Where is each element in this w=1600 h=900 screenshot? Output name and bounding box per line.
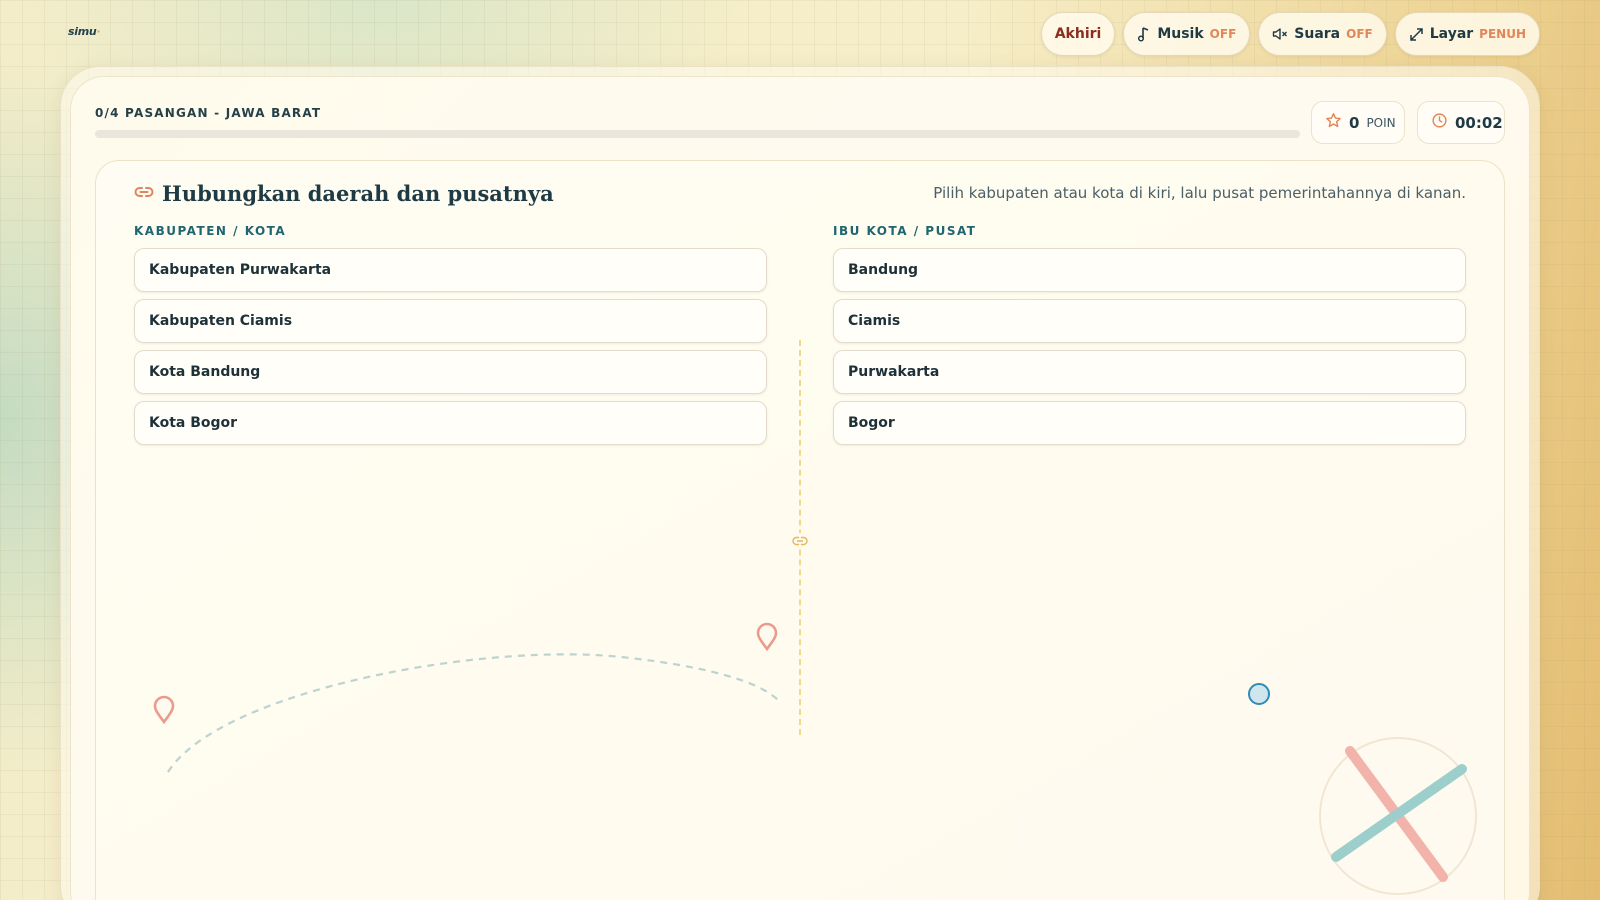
right-item-ciamis[interactable]: Ciamis	[833, 299, 1466, 343]
star-icon	[1325, 112, 1342, 133]
right-column-header: IBU KOTA / PUSAT	[833, 224, 977, 238]
points-unit: POIN	[1366, 115, 1396, 130]
music-label: Musik	[1157, 26, 1204, 42]
link-icon	[134, 184, 154, 203]
speaker-muted-icon	[1272, 27, 1288, 41]
music-toggle-button[interactable]: Musik OFF	[1123, 12, 1251, 56]
end-button[interactable]: Akhiri	[1040, 12, 1116, 56]
points-value: 0	[1349, 113, 1360, 132]
sound-label: Suara	[1294, 26, 1341, 42]
sound-state: OFF	[1346, 27, 1373, 41]
timer-value: 00:02	[1455, 113, 1503, 132]
left-item-ciamis[interactable]: Kabupaten Ciamis	[134, 299, 767, 343]
left-column-header: KABUPATEN / KOTA	[134, 224, 287, 238]
map-pin-icon	[153, 695, 175, 725]
decorative-route-arc	[167, 653, 781, 773]
end-button-label: Akhiri	[1054, 26, 1102, 42]
screen-state: PENUH	[1479, 27, 1526, 41]
divider-link-icon	[792, 533, 808, 549]
map-pin-icon	[756, 622, 778, 652]
timer-display: 00:02	[1417, 101, 1505, 144]
page-title: Hubungkan daerah dan pusatnya	[162, 181, 554, 206]
fullscreen-button[interactable]: Layar PENUH	[1394, 12, 1540, 56]
location-dot-icon	[1248, 683, 1270, 705]
expand-icon	[1409, 27, 1424, 42]
left-item-purwakarta[interactable]: Kabupaten Purwakarta	[134, 248, 767, 292]
screen-label: Layar	[1429, 26, 1474, 42]
music-note-icon	[1137, 26, 1151, 42]
points-display: 0 POIN	[1311, 101, 1405, 144]
right-item-bandung[interactable]: Bandung	[833, 248, 1466, 292]
compass-cross-icon	[1319, 737, 1477, 895]
progress-bar	[95, 130, 1300, 138]
left-item-kota-bogor[interactable]: Kota Bogor	[134, 401, 767, 445]
card-title: Hubungkan daerah dan pusatnya	[134, 181, 554, 206]
right-item-bogor[interactable]: Bogor	[833, 401, 1466, 445]
top-controls: Akhiri Musik OFF Suara OFF Layar PENUH	[1040, 12, 1540, 56]
sound-toggle-button[interactable]: Suara OFF	[1258, 12, 1387, 56]
app-logo: simu·	[68, 25, 101, 38]
music-state: OFF	[1209, 27, 1237, 41]
left-item-kota-bandung[interactable]: Kota Bandung	[134, 350, 767, 394]
right-item-purwakarta[interactable]: Purwakarta	[833, 350, 1466, 394]
instruction-text: Pilih kabupaten atau kota di kiri, lalu …	[933, 184, 1466, 202]
clock-icon	[1431, 112, 1448, 133]
progress-label: 0/4 PASANGAN - JAWA BARAT	[95, 106, 322, 120]
